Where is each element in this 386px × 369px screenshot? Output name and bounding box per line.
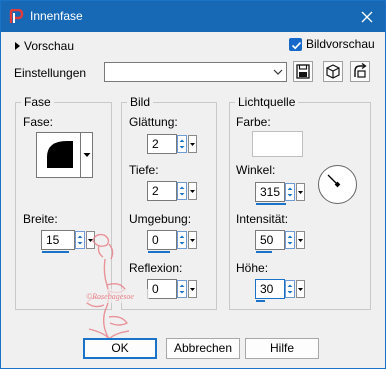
resource-manager-button[interactable] (323, 61, 343, 82)
watermark-flower-icon: ©Rosebagesoe (71, 233, 149, 341)
reset-icon (354, 62, 367, 78)
ok-button[interactable]: OK (83, 338, 157, 359)
breite-value: 15 (46, 233, 60, 247)
bevel-shape-icon (47, 141, 73, 168)
hoehe-value: 30 (260, 282, 274, 296)
intensitaet-field[interactable]: 50 (255, 230, 285, 253)
settings-combo[interactable] (104, 62, 287, 82)
hoehe-spin-buttons[interactable] (285, 280, 295, 298)
tiefe-value: 2 (152, 184, 159, 198)
cube-icon (326, 64, 340, 79)
cancel-button-label: Abbrechen (173, 341, 233, 355)
chevron-down-icon[interactable] (271, 63, 285, 81)
save-icon (296, 64, 310, 79)
farbe-color-swatch[interactable] (252, 131, 303, 157)
hoehe-popout[interactable] (296, 280, 305, 298)
breite-label: Breite: (23, 212, 58, 226)
dropdown-arrow-icon (83, 153, 91, 157)
intensitaet-popout[interactable] (296, 231, 305, 249)
fase-preview[interactable] (36, 132, 81, 178)
reset-button[interactable] (350, 61, 370, 82)
angle-dial[interactable] (317, 164, 358, 205)
umgebung-spin-buttons[interactable] (177, 231, 187, 249)
reflexion-spin-buttons[interactable] (177, 280, 187, 298)
glaettung-popout[interactable] (188, 135, 197, 153)
reflexion-popout[interactable] (188, 280, 197, 298)
preview-toggle-label: Vorschau (24, 39, 75, 53)
checkbox-checked-icon[interactable] (289, 37, 302, 51)
bildvorschau-checkbox[interactable]: Bildvorschau (289, 37, 375, 51)
bild-group-title: Bild (127, 95, 154, 109)
winkel-field[interactable]: 315 (255, 182, 286, 205)
intensitaet-spin-buttons[interactable] (285, 231, 295, 249)
window-title: Innenfase (30, 9, 83, 23)
fase-label: Fase: (23, 115, 54, 129)
intensitaet-value: 50 (260, 233, 274, 247)
bildvorschau-label: Bildvorschau (306, 37, 375, 51)
svg-text:©Rosebagesoe: ©Rosebagesoe (86, 292, 134, 301)
glaettung-label: Glättung: (129, 115, 178, 129)
fase-group-title: Fase (21, 95, 54, 109)
app-logo-icon (9, 9, 24, 23)
hoehe-label: Höhe: (236, 261, 269, 275)
hoehe-slider[interactable] (256, 300, 265, 302)
ok-button-label: OK (111, 341, 129, 355)
winkel-spin-buttons[interactable] (285, 183, 295, 201)
tiefe-spin-buttons[interactable] (177, 182, 187, 200)
fase-dropdown[interactable] (81, 132, 93, 178)
intensitaet-label: Intensität: (236, 212, 289, 226)
title-bar[interactable]: Innenfase (1, 1, 385, 32)
help-button[interactable]: Hilfe (245, 338, 319, 359)
farbe-label: Farbe: (236, 115, 271, 129)
dialog-window: Innenfase Vorschau Bildvorschau Einstell… (0, 0, 386, 369)
cancel-button[interactable]: Abbrechen (166, 338, 240, 359)
tiefe-popout[interactable] (188, 182, 197, 200)
glaettung-field[interactable]: 2 (147, 134, 177, 154)
help-button-label: Hilfe (269, 341, 294, 355)
settings-label: Einstellungen (14, 66, 87, 80)
hoehe-field[interactable]: 30 (255, 279, 285, 302)
winkel-label: Winkel: (236, 163, 276, 177)
umgebung-label: Umgebung: (129, 212, 192, 226)
tiefe-field[interactable]: 2 (147, 181, 177, 201)
winkel-slider[interactable] (256, 203, 286, 205)
intensitaet-slider[interactable] (256, 251, 272, 253)
tiefe-label: Tiefe: (129, 163, 159, 177)
save-preset-button[interactable] (293, 61, 313, 82)
umgebung-popout[interactable] (188, 231, 197, 249)
close-icon[interactable] (357, 7, 377, 27)
lichtquelle-group-title: Lichtquelle (235, 95, 299, 109)
winkel-popout[interactable] (296, 183, 305, 201)
glaettung-value: 2 (152, 137, 159, 151)
glaettung-spin-buttons[interactable] (177, 135, 187, 153)
preview-toggle[interactable]: Vorschau (15, 39, 74, 53)
winkel-value: 315 (260, 185, 281, 199)
expand-triangle-icon (15, 42, 20, 50)
